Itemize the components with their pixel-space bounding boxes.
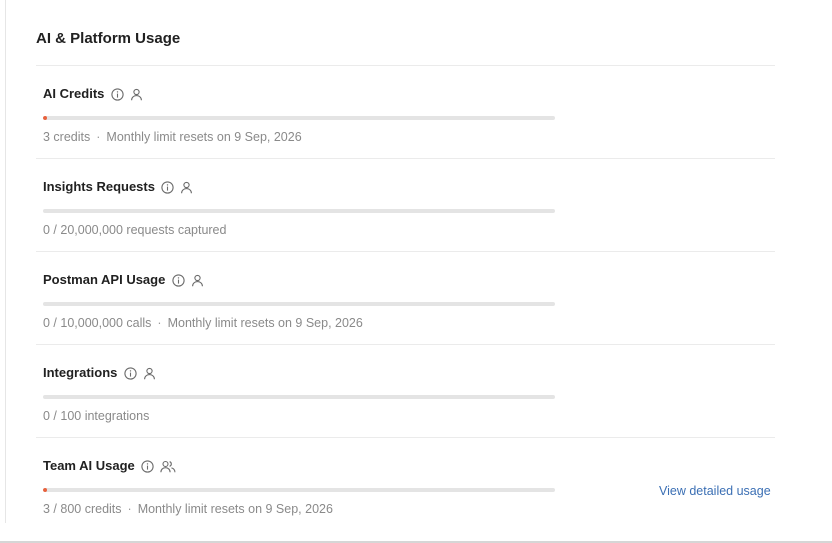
meta-separator: · <box>96 130 101 144</box>
usage-item-header: Integrations <box>43 364 161 382</box>
info-icon[interactable] <box>110 87 124 101</box>
usage-meta: 0 / 100 integrations <box>43 407 149 425</box>
usage-item-postman-api-usage: Postman API Usage 0 / 10,000,000 calls · M… <box>36 252 775 345</box>
user-icon <box>142 366 156 380</box>
meta-separator: · <box>157 316 162 330</box>
left-divider <box>5 0 6 523</box>
usage-item-title: Team AI Usage <box>43 458 135 473</box>
usage-item-header: Postman API Usage <box>43 271 209 289</box>
progress-fill <box>43 488 47 492</box>
info-icon[interactable] <box>123 366 137 380</box>
view-detailed-usage-link[interactable]: View detailed usage <box>659 482 771 500</box>
usage-text: 3 / 800 credits <box>43 502 122 516</box>
meta-separator: · <box>127 502 132 516</box>
usage-item-header: AI Credits <box>43 85 148 103</box>
user-icon <box>180 180 194 194</box>
reset-text: Monthly limit resets on 9 Sep, 2026 <box>167 316 363 330</box>
team-icon <box>160 459 176 473</box>
reset-text: Monthly limit resets on 9 Sep, 2026 <box>106 130 302 144</box>
progress-bar <box>43 302 555 306</box>
usage-item-insights-requests: Insights Requests 0 / 20,000,000 request… <box>36 159 775 252</box>
usage-text: 0 / 100 integrations <box>43 409 150 423</box>
usage-item-title: AI Credits <box>43 86 105 101</box>
progress-bar <box>43 488 555 492</box>
usage-item-title: Insights Requests <box>43 179 155 194</box>
usage-meta: 0 / 10,000,000 calls · Monthly limit reset… <box>43 314 363 332</box>
usage-item-title: Postman API Usage <box>43 272 166 287</box>
usage-item-ai-credits: AI Credits 3 credits · Monthly limit reset… <box>36 66 775 159</box>
reset-text: Monthly limit resets on 9 Sep, 2026 <box>137 502 333 516</box>
usage-page: AI & Platform Usage AI Credits 3 credits… <box>0 0 832 543</box>
usage-meta: 3 credits · Monthly limit resets on 9 Sep,… <box>43 128 302 146</box>
info-icon[interactable] <box>141 459 155 473</box>
progress-bar <box>43 116 555 120</box>
usage-meta: 3 / 800 credits · Monthly limit resets on … <box>43 500 333 518</box>
usage-text: 0 / 10,000,000 calls <box>43 316 152 330</box>
progress-fill <box>43 116 47 120</box>
progress-bar <box>43 209 555 213</box>
info-icon[interactable] <box>171 273 185 287</box>
usage-item-header: Insights Requests <box>43 178 199 196</box>
progress-bar <box>43 395 555 399</box>
usage-item-header: Team AI Usage <box>43 457 181 475</box>
usage-text: 3 credits <box>43 130 91 144</box>
user-icon <box>129 87 143 101</box>
usage-meta: 0 / 20,000,000 requests captured <box>43 221 226 239</box>
section-title: AI & Platform Usage <box>36 30 181 47</box>
info-icon[interactable] <box>161 180 175 194</box>
user-icon <box>190 273 204 287</box>
usage-item-integrations: Integrations 0 / 100 integrations <box>36 345 775 438</box>
usage-text: 0 / 20,000,000 requests captured <box>43 223 227 237</box>
usage-item-title: Integrations <box>43 365 118 380</box>
